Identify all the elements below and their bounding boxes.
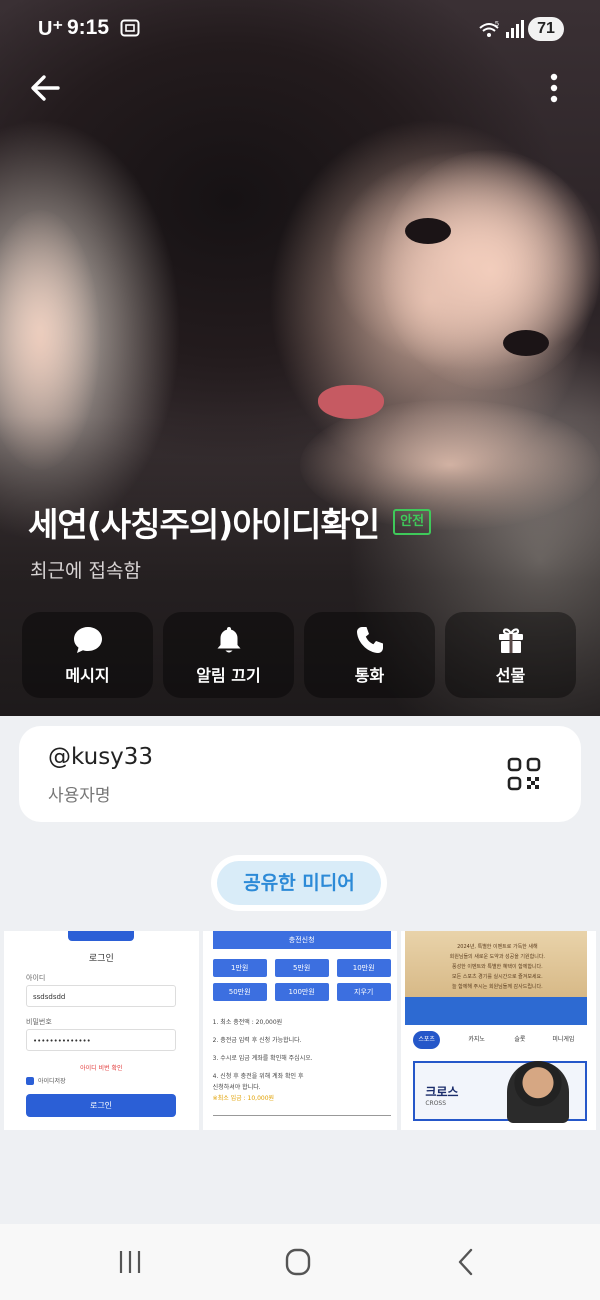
amount-chip: 10만원: [336, 959, 391, 977]
tab-sports: 스포츠: [413, 1031, 440, 1049]
recent-apps-button[interactable]: [110, 1246, 150, 1278]
screenshot-icon: [120, 19, 140, 37]
remember-label: 아이디저장: [38, 1078, 66, 1085]
tab-minigame: 미니게임: [552, 1036, 575, 1043]
action-buttons: 메시지 알림 끄기 통화 선물: [22, 612, 576, 698]
tab-slot: 슬롯: [514, 1036, 526, 1043]
carrier-label: U⁺: [38, 18, 63, 40]
safe-badge: 안전: [393, 509, 432, 535]
media-thumbnail-sports[interactable]: 2024년, 특별한 이벤트로 가득한 새해 회원님들의 새로운 도약과 성공을…: [401, 931, 597, 1130]
banner-line: 2024년, 특별한 이벤트로 가득한 새해: [457, 944, 538, 950]
id-field: ssdsdsdd: [26, 985, 176, 1007]
username-caption: 사용자명: [48, 786, 111, 806]
athlete-image: [507, 1061, 570, 1123]
shared-media-label: 공유한 미디어: [217, 861, 381, 905]
amount-chip: 지우기: [336, 983, 391, 1001]
profile-name-row: 세연(사칭주의)아이디확인 안전: [28, 498, 432, 546]
svg-text:5: 5: [495, 21, 499, 28]
id-label: 아이디: [26, 974, 46, 982]
battery-indicator: 71: [528, 17, 564, 41]
deposit-note: 2. 충전금 입력 후 신청 가능합니다.: [212, 1037, 302, 1044]
divider: [212, 1115, 391, 1116]
banner-line: 회원님들의 새로운 도약과 성공을 기원합니다.: [449, 954, 546, 960]
qr-code-button[interactable]: [506, 756, 542, 792]
signal-icon: 5: [479, 20, 524, 38]
promo-title: 크로스: [425, 1085, 459, 1099]
deposit-note: 신청하셔야 합니다.: [212, 1084, 261, 1091]
banner-line: 늘 함께해 주시는 회원님들께 감사드립니다.: [451, 984, 543, 990]
deposit-note: ※최소 입금 : 10,000원: [212, 1095, 275, 1102]
nav-back-icon: [458, 1248, 473, 1276]
amount-chip: 50만원: [212, 983, 267, 1001]
login-title: 로그인: [88, 954, 114, 964]
deposit-note: 4. 신청 후 충전을 위해 계좌 확인 후: [212, 1073, 304, 1080]
amount-chip: 5만원: [274, 959, 329, 977]
media-thumbnail-deposit[interactable]: 충전신청 1만원 5만원 10만원 50만원 100만원 지우기 1. 최소 충…: [202, 931, 398, 1130]
call-button[interactable]: 통화: [304, 612, 435, 698]
system-nav-bar: [0, 1224, 600, 1300]
shared-media-tab[interactable]: 공유한 미디어: [211, 855, 387, 911]
home-button[interactable]: [278, 1246, 318, 1278]
gift-button[interactable]: 선물: [445, 612, 576, 698]
status-bar: U⁺ 9:15 5 71: [0, 10, 600, 50]
banner-line: 모든 스포츠 경기를 실시간으로 즐겨보세요.: [451, 974, 543, 980]
back-button[interactable]: [24, 66, 68, 110]
more-options-button[interactable]: [534, 66, 574, 110]
home-icon: [285, 1248, 311, 1276]
more-vertical-icon: [550, 73, 558, 103]
gift-label: 선물: [495, 666, 526, 685]
promo-subtitle: CROSS: [425, 1100, 447, 1107]
site-logo: [68, 931, 134, 941]
recent-apps-icon: [119, 1251, 141, 1273]
amount-chip: 100만원: [274, 983, 329, 1001]
amount-chip: 1만원: [212, 959, 267, 977]
banner-line: 풍성한 이벤트와 특별한 혜택이 함께합니다.: [451, 964, 543, 970]
login-submit: 로그인: [26, 1094, 176, 1117]
phone-icon: [356, 627, 383, 653]
media-thumbnail-login[interactable]: 로그인 아이디 ssdsdsdd 비밀번호 •••••••••••••• 아이디…: [4, 931, 199, 1130]
message-icon: [73, 627, 102, 653]
media-grid: 로그인 아이디 ssdsdsdd 비밀번호 •••••••••••••• 아이디…: [4, 931, 597, 1130]
category-tabs: 스포츠 카지노 슬롯 미니게임: [409, 1031, 594, 1051]
deposit-note: 3. 수시로 입금 계좌를 확인해 주십시오.: [212, 1055, 313, 1062]
mute-notifications-button[interactable]: 알림 끄기: [163, 612, 294, 698]
profile-photo[interactable]: [0, 0, 600, 716]
message-button[interactable]: 메시지: [22, 612, 153, 698]
password-field: ••••••••••••••: [26, 1029, 176, 1051]
deposit-header: 충전신청: [212, 931, 391, 949]
username-card[interactable]: @kusy33 사용자명: [19, 726, 581, 822]
tab-casino: 카지노: [468, 1036, 485, 1043]
remember-checkbox: [26, 1077, 34, 1085]
bell-icon: [217, 627, 240, 653]
deposit-note: 1. 최소 충전액 : 20,000원: [212, 1019, 283, 1026]
username[interactable]: @kusy33: [48, 744, 153, 770]
gift-icon: [498, 628, 523, 653]
login-error: 아이디 비번 확인: [80, 1065, 123, 1072]
arrow-left-icon: [31, 75, 60, 101]
message-label: 메시지: [65, 666, 110, 685]
last-seen-status: 최근에 접속함: [30, 560, 141, 582]
call-label: 통화: [354, 666, 385, 685]
status-time: 9:15: [67, 16, 110, 39]
profile-name: 세연(사칭주의)아이디확인: [28, 505, 380, 544]
mute-label: 알림 끄기: [196, 666, 261, 685]
nav-back-button[interactable]: [446, 1246, 486, 1278]
password-label: 비밀번호: [26, 1018, 52, 1026]
